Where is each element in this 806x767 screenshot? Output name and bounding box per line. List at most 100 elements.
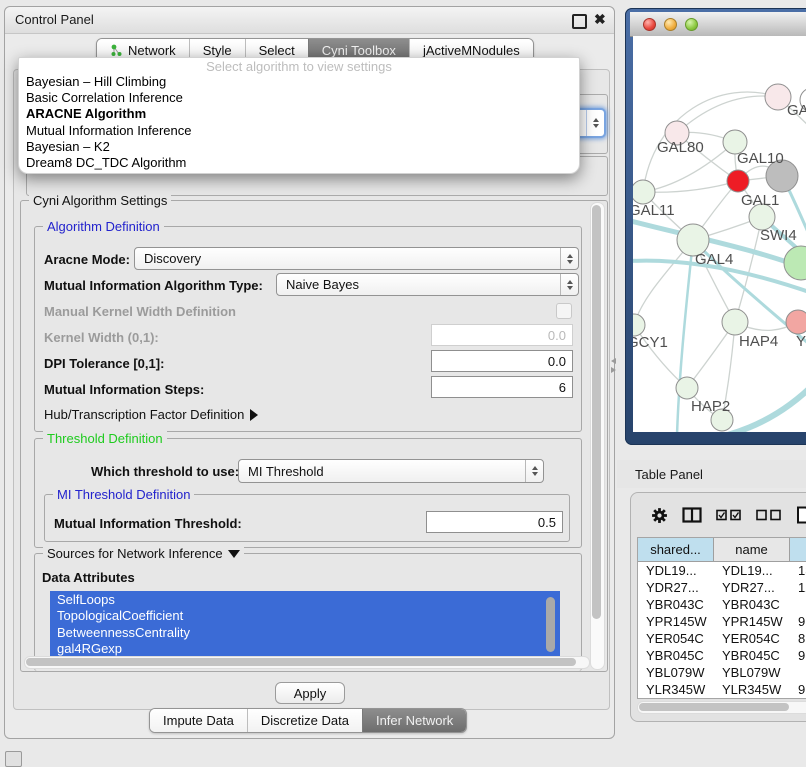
dropdown-item[interactable]: Bayesian – K2 — [19, 139, 579, 155]
columns-icon[interactable] — [682, 507, 702, 523]
dropdown-item[interactable]: Mutual Information Inference — [19, 123, 579, 139]
scrollbar-thumb[interactable] — [26, 658, 576, 666]
tab-label: Style — [203, 43, 232, 58]
node-gcy1[interactable] — [633, 314, 645, 336]
node-hap4[interactable] — [722, 309, 748, 335]
dpi-tolerance-field[interactable]: 0.0 — [431, 350, 573, 372]
node-table[interactable]: shared... name YDL19...YDL19...13 YDR27.… — [637, 537, 806, 699]
group-title: Cyni Algorithm Settings — [29, 193, 171, 208]
column-header[interactable]: name — [714, 538, 790, 561]
list-item[interactable]: gal4RGexp — [50, 641, 560, 658]
table-row[interactable]: YLR345WYLR345W9. — [638, 681, 806, 698]
table-row[interactable]: YDL19...YDL19...13 — [638, 562, 806, 579]
mi-threshold-field[interactable]: 0.5 — [426, 511, 563, 533]
dropdown-item-selected[interactable]: ARACNE Algorithm — [19, 106, 579, 122]
table-horizontal-scrollbar[interactable] — [637, 701, 806, 714]
combo-spinner — [560, 248, 578, 269]
node-label: SWI4 — [760, 227, 797, 244]
network-graph: GAL GAL80 GAL10 GAL1 GAL11 SWI4 GAL4 GCY… — [633, 36, 806, 432]
list-item[interactable]: SelfLoops — [50, 591, 560, 608]
file-icon[interactable] — [796, 506, 806, 524]
tab-discretize-data[interactable]: Discretize Data — [247, 709, 362, 732]
settings-vertical-scrollbar[interactable] — [590, 202, 605, 670]
tab-infer-network[interactable]: Infer Network — [362, 709, 466, 732]
tab-impute-data[interactable]: Impute Data — [150, 709, 247, 732]
expanded-arrow-icon[interactable] — [228, 550, 240, 558]
column-header[interactable]: shared... — [638, 538, 714, 561]
algorithm-dropdown-popup: Select algorithm to view settings Bayesi… — [18, 57, 580, 174]
collapsed-arrow-icon — [250, 409, 258, 421]
kernel-width-label: Kernel Width (0,1): — [44, 330, 159, 345]
mi-steps-field[interactable]: 6 — [431, 376, 573, 398]
list-item[interactable]: TopologicalCoefficient — [50, 608, 560, 625]
settings-horizontal-scrollbar[interactable] — [24, 656, 590, 669]
group-title: Threshold Definition — [43, 431, 167, 446]
dropdown-item[interactable]: Basic Correlation Inference — [19, 90, 579, 106]
combo-value: Discovery — [135, 248, 560, 269]
kernel-width-field[interactable]: 0.0 — [431, 324, 573, 346]
tab-label: Network — [128, 43, 176, 58]
gear-icon[interactable] — [651, 507, 668, 524]
node-green-large[interactable] — [784, 246, 806, 280]
list-item[interactable]: BetweennessCentrality — [50, 624, 560, 641]
data-attributes-list[interactable]: SelfLoops TopologicalCoefficient Between… — [50, 591, 560, 658]
minimize-window-icon[interactable] — [664, 18, 677, 31]
float-panel-icon[interactable] — [572, 14, 587, 29]
network-canvas[interactable]: GAL GAL80 GAL10 GAL1 GAL11 SWI4 GAL4 GCY… — [633, 36, 806, 432]
list-scrollbar-thumb[interactable] — [546, 597, 555, 652]
node-label: GAL80 — [657, 139, 704, 156]
node-salmon[interactable] — [786, 310, 806, 334]
bottom-tab-bar: Impute Data Discretize Data Infer Networ… — [149, 708, 467, 733]
tab-label: jActiveMNodules — [423, 43, 520, 58]
node-gal1[interactable] — [727, 170, 749, 192]
which-threshold-label: Which threshold to use: — [91, 464, 239, 479]
column-header[interactable] — [790, 538, 806, 561]
node-label: GAL — [787, 102, 806, 119]
table-row[interactable]: YER054CYER054C8. — [638, 630, 806, 647]
node-label: Y — [796, 333, 806, 350]
splitter-handle[interactable] — [610, 356, 618, 378]
which-threshold-combo[interactable]: MI Threshold — [238, 459, 544, 483]
tab-label: Cyni Toolbox — [322, 43, 396, 58]
node-label: HAP2 — [691, 398, 730, 415]
close-window-icon[interactable] — [643, 18, 656, 31]
node-gal11[interactable] — [633, 180, 655, 204]
aracne-mode-combo[interactable]: Discovery — [134, 247, 579, 270]
mi-steps-label: Mutual Information Steps: — [44, 382, 204, 397]
dpi-tolerance-label: DPI Tolerance [0,1]: — [44, 356, 164, 371]
network-window-titlebar[interactable] — [630, 12, 806, 37]
tab-label: Discretize Data — [261, 713, 349, 728]
dropdown-item[interactable]: Dream8 DC_TDC Algorithm — [19, 155, 579, 171]
table-row[interactable]: YBR043CYBR043C — [638, 596, 806, 613]
select-all-checkboxes-icon[interactable] — [716, 509, 742, 521]
table-row[interactable]: YIL052CYIL052C9 — [638, 698, 806, 699]
panel-title: Control Panel — [15, 12, 94, 27]
combo-spinner — [525, 460, 543, 482]
mi-algorithm-type-combo[interactable]: Naive Bayes — [276, 273, 579, 296]
maximize-window-icon[interactable] — [685, 18, 698, 31]
mi-algorithm-type-label: Mutual Information Algorithm Type: — [44, 278, 263, 293]
manual-kernel-width-checkbox[interactable] — [556, 303, 572, 319]
tab-label: Select — [259, 43, 295, 58]
table-row[interactable]: YPR145WYPR145W9. — [638, 613, 806, 630]
scrollbar-thumb[interactable] — [639, 703, 789, 711]
combo-spinner — [586, 110, 604, 136]
minimized-panel-icon[interactable] — [5, 751, 22, 767]
network-icon — [110, 44, 123, 57]
aracne-mode-label: Aracne Mode: — [44, 252, 130, 267]
deselect-all-checkboxes-icon[interactable] — [756, 509, 782, 521]
scrollbar-thumb[interactable] — [592, 205, 601, 619]
network-view-window[interactable]: GAL GAL80 GAL10 GAL1 GAL11 SWI4 GAL4 GCY… — [625, 8, 806, 445]
node-label: HAP4 — [739, 333, 778, 350]
dropdown-item[interactable]: Bayesian – Hill Climbing — [19, 74, 579, 90]
table-row[interactable]: YBL079WYBL079W — [638, 664, 806, 681]
apply-button[interactable]: Apply — [275, 682, 345, 704]
close-panel-icon[interactable]: ✖ — [594, 11, 606, 28]
mi-threshold-label: Mutual Information Threshold: — [54, 516, 242, 531]
table-row[interactable]: YDR27...YDR27...12 — [638, 579, 806, 596]
group-title: Sources for Network Inference — [43, 546, 244, 561]
table-row[interactable]: YBR045CYBR045C9. — [638, 647, 806, 664]
node-hap2[interactable] — [676, 377, 698, 399]
hub-definition-toggle[interactable]: Hub/Transcription Factor Definition — [44, 407, 258, 422]
tab-label: Impute Data — [163, 713, 234, 728]
